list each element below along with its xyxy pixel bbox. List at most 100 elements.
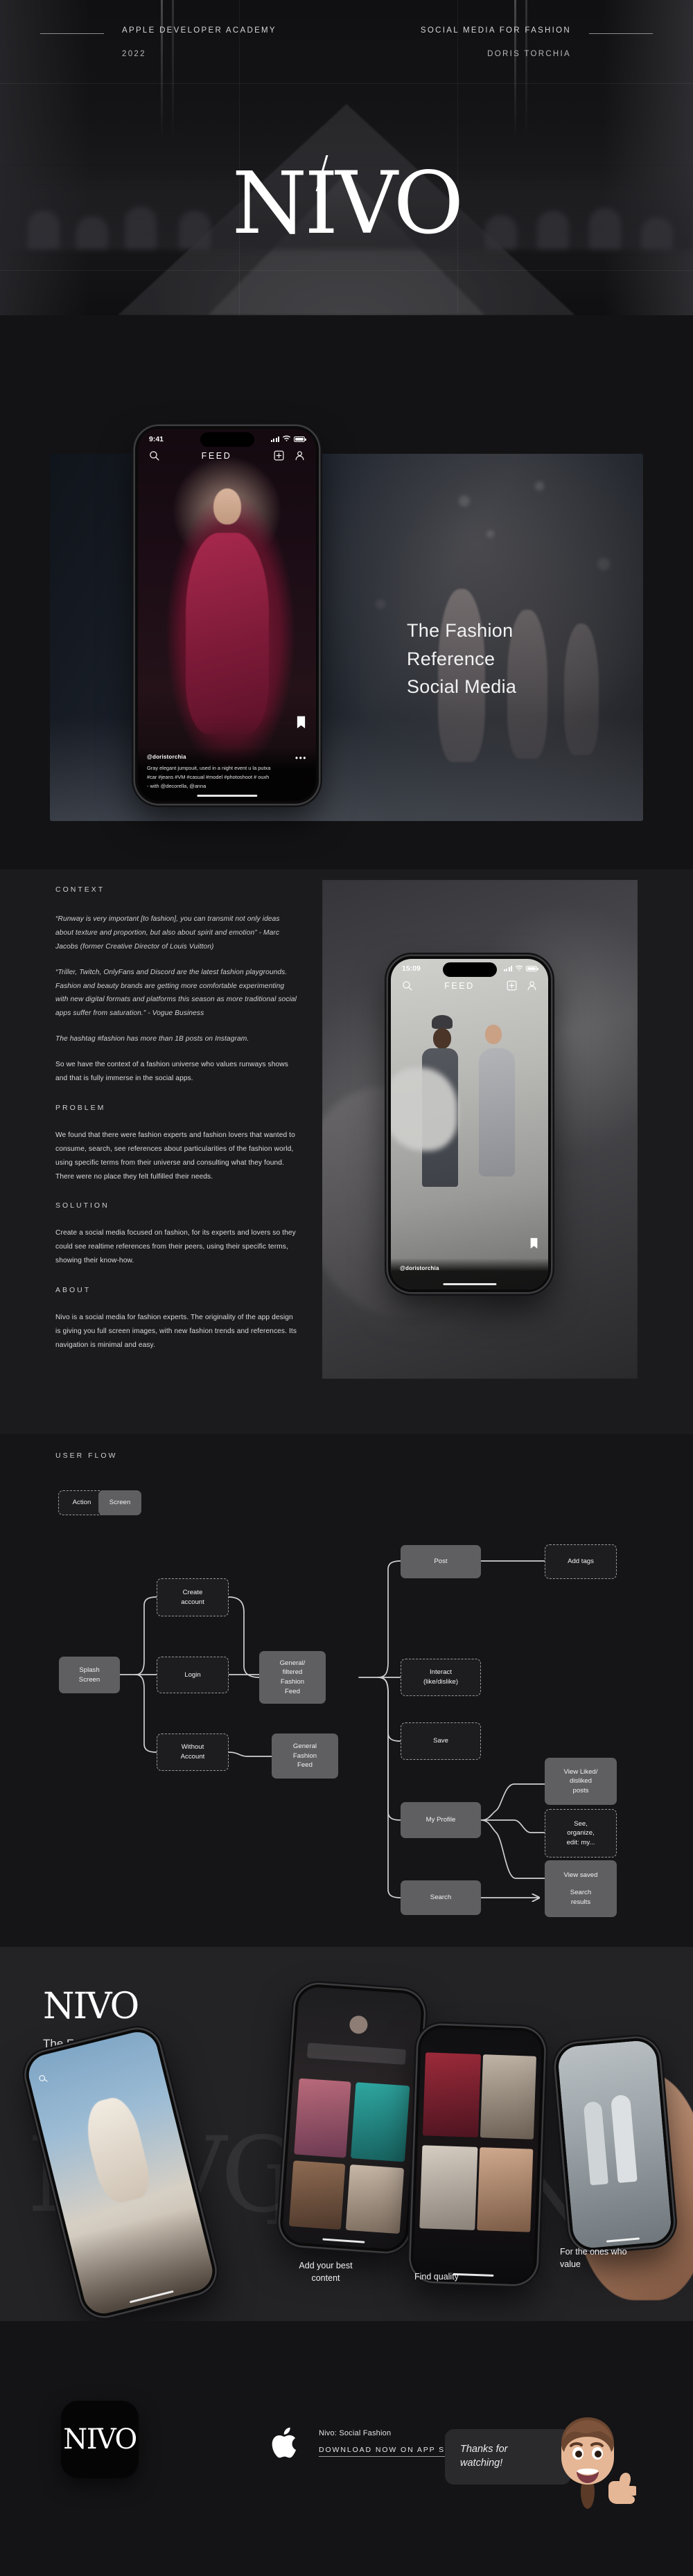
flow-label-filtered-feed: General/ filtered Fashion Feed: [279, 1659, 306, 1695]
showcase-logo: NIVO: [43, 1986, 139, 2027]
showcase-phone-2: [279, 1982, 426, 2254]
flow-node-post[interactable]: Post: [401, 1545, 481, 1578]
showcase-tile-5: [422, 2052, 482, 2138]
showcase-phone-1: [21, 2024, 220, 2322]
flow-label-general-feed: General Fashion Feed: [292, 1743, 317, 1770]
flow-label-search: Search: [430, 1894, 452, 1902]
brand-logo-n: N: [231, 154, 307, 254]
bookmark-icon[interactable]: [296, 716, 306, 729]
flow-node-view-liked[interactable]: View Liked/ disliked posts: [545, 1758, 617, 1805]
hero-headline-line-2: Reference: [407, 648, 495, 669]
model-figure-3: [564, 624, 599, 755]
app-store-icon[interactable]: NIVO: [61, 2401, 139, 2478]
thanks-text: Thanks for watching!: [460, 2444, 508, 2469]
search-icon[interactable]: [401, 980, 413, 991]
problem-text: We found that there were fashion experts…: [55, 1131, 295, 1181]
legend-screen-label: Screen: [109, 1499, 131, 1507]
guide-line-h: [0, 83, 693, 84]
user-flow-kicker: USER FLOW: [55, 1452, 118, 1460]
flow-label-without: Without Account: [180, 1743, 205, 1761]
academy-label: APPLE DEVELOPER ACADEMY: [122, 26, 277, 35]
problem-kicker: PROBLEM: [55, 1103, 106, 1112]
flow-node-search[interactable]: Search: [401, 1880, 481, 1915]
status-time: 9:41: [149, 434, 164, 443]
flow-node-filtered-feed[interactable]: General/ filtered Fashion Feed: [259, 1651, 326, 1704]
flow-label-search-results: Search results: [570, 1889, 592, 1906]
memoji-thumbs-up-icon: [561, 2417, 636, 2509]
showcase-tile-3: [288, 2160, 346, 2230]
home-indicator: [196, 795, 258, 797]
hero-app-navbar: FEED: [138, 450, 316, 461]
showcase-tile-7: [419, 2145, 478, 2231]
flow-node-see-organize[interactable]: See, organize, edit: my...: [545, 1809, 617, 1858]
context-navbar-actions: [506, 980, 538, 991]
flow-node-without-account[interactable]: Without Account: [157, 1733, 229, 1771]
showcase-phone-2-screen: [281, 1986, 423, 2250]
hero-headline-line-3: Social Media: [407, 676, 517, 697]
flow-node-add-tags[interactable]: Add tags: [545, 1544, 617, 1579]
context-summary: So we have the context of a fashion univ…: [55, 1061, 288, 1083]
context-body: “Runway is very important [to fashion], …: [55, 912, 298, 1352]
context-phone-notch: [442, 962, 497, 977]
add-post-icon[interactable]: [506, 980, 518, 991]
context-status-indicators: [503, 964, 538, 973]
post-username[interactable]: @doristorchia: [147, 754, 307, 760]
flow-node-my-profile[interactable]: My Profile: [401, 1802, 481, 1838]
search-icon[interactable]: [148, 450, 160, 461]
flow-node-login[interactable]: Login: [157, 1657, 229, 1693]
bokeh-2: [486, 530, 494, 538]
context-status-time: 15:09: [402, 964, 421, 973]
user-flow-diagram: Action Screen Splash Screen Create accou…: [0, 1486, 693, 1943]
flow-label-post: Post: [434, 1558, 448, 1566]
user-flow-section: USER FLOW Action Screen Splash Screen Cr…: [0, 1434, 693, 1947]
context-section: CONTEXT “Runway is very important [to fa…: [0, 870, 693, 1434]
model-dress: [185, 533, 269, 734]
cover-meta-right: SOCIAL MEDIA FOR FASHION DORIS TORCHIA: [421, 26, 653, 58]
more-options-icon[interactable]: •••: [295, 753, 307, 763]
guide-line-h2: [0, 270, 693, 271]
post-caption-line-2: #car #jeans #VM #casual #model #photosho…: [147, 774, 270, 781]
hero-phone-mockup: 9:41 FEED ••• @doristorchia Gray elegant…: [135, 426, 319, 804]
model-head: [213, 488, 241, 524]
battery-icon: [294, 436, 306, 442]
brand-logo-i: I: [304, 154, 338, 254]
showcase-tile-6: [480, 2054, 537, 2140]
battery-icon: [526, 966, 538, 971]
context-post-username[interactable]: @doristorchia: [400, 1265, 539, 1271]
app-icon-logo: NIVO: [63, 2424, 137, 2455]
year-label: 2022: [122, 50, 146, 58]
wifi-icon: [282, 435, 291, 442]
bokeh-3: [535, 482, 544, 491]
showcase-caption-2: Find quality: [414, 2272, 459, 2282]
truss-left-2: [172, 0, 174, 139]
flow-node-create-account[interactable]: Create account: [157, 1578, 229, 1616]
showcase-caption-1: Add your best content: [299, 2261, 353, 2283]
hero-phone-screen: 9:41 FEED ••• @doristorchia Gray elegant…: [138, 429, 316, 801]
wifi-icon: [515, 965, 523, 971]
flow-node-splash-screen[interactable]: Splash Screen: [59, 1657, 120, 1693]
cover-meta-bar: APPLE DEVELOPER ACADEMY 2022 SOCIAL MEDI…: [0, 26, 693, 58]
phone-notch: [200, 432, 254, 447]
app-store-block: Nivo: Social Fashion DOWNLOAD NOW ON APP…: [270, 2425, 471, 2461]
model-hat: [432, 1015, 453, 1030]
context-phone-screen: 15:09 FEED @doristorchia: [391, 959, 548, 1289]
profile-icon[interactable]: [526, 980, 538, 991]
showcase-tile-8: [477, 2147, 534, 2232]
profile-icon[interactable]: [294, 450, 306, 461]
showcase-phone-3-screen: [412, 2027, 543, 2282]
context-text-column: CONTEXT “Runway is very important [to fa…: [55, 885, 298, 1364]
flow-node-interact[interactable]: Interact (like/dislike): [401, 1659, 481, 1696]
legend-screen-box: Screen: [98, 1490, 141, 1515]
bookmark-icon[interactable]: [529, 1237, 538, 1249]
flow-node-general-feed[interactable]: General Fashion Feed: [272, 1733, 338, 1779]
model-2-dress: [479, 1048, 516, 1176]
flow-node-search-results[interactable]: Search results: [545, 1878, 617, 1917]
cellular-signal-icon: [270, 436, 279, 442]
add-post-icon[interactable]: [273, 450, 285, 461]
context-quote-2: “Triller, Twitch, OnlyFans and Discord a…: [55, 968, 297, 1018]
context-kicker: CONTEXT: [55, 885, 105, 894]
truss-left: [161, 0, 163, 139]
flow-node-save[interactable]: Save: [401, 1722, 481, 1760]
showcase-section: NIVO NIVO NIVO NIVO The Fashion Referenc…: [0, 1947, 693, 2322]
flow-label-save: Save: [433, 1737, 448, 1745]
